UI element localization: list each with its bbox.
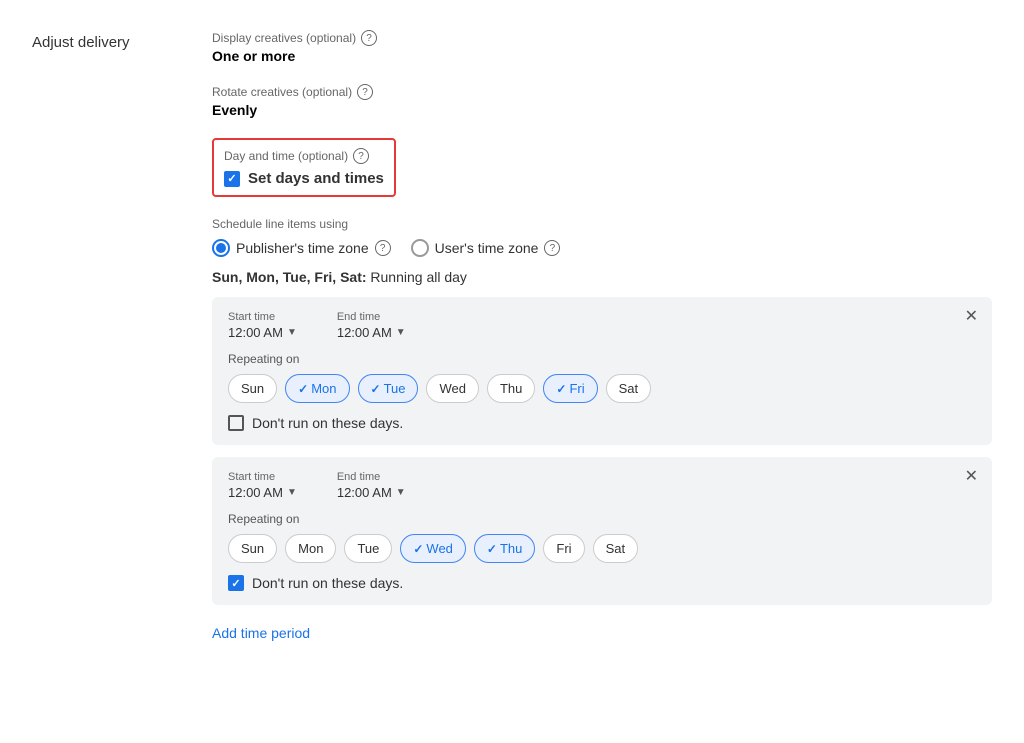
publisher-timezone-label: Publisher's time zone <box>236 240 369 256</box>
user-timezone-label: User's time zone <box>435 240 539 256</box>
start-time-select-2[interactable]: 12:00 AM ▼ <box>228 485 297 500</box>
display-creatives-group: Display creatives (optional) ? One or mo… <box>212 30 992 64</box>
end-time-select-1[interactable]: 12:00 AM ▼ <box>337 325 406 340</box>
time-block-2: Start time 12:00 AM ▼ End time 12:00 AM … <box>212 457 992 605</box>
user-timezone-radio[interactable] <box>411 239 429 257</box>
start-time-arrow-2: ▼ <box>287 487 297 498</box>
end-time-select-2[interactable]: 12:00 AM ▼ <box>337 485 406 500</box>
repeating-label-1: Repeating on <box>228 352 976 366</box>
display-creatives-value: One or more <box>212 48 992 64</box>
page-container: Adjust delivery Display creatives (optio… <box>32 30 992 645</box>
day-time-help-icon[interactable]: ? <box>353 148 369 164</box>
day-chip-sat-2[interactable]: Sat <box>593 534 639 563</box>
set-days-times-label: Set days and times <box>248 170 384 187</box>
close-button-2[interactable]: ✕ <box>965 469 978 485</box>
start-time-arrow-1: ▼ <box>287 327 297 338</box>
day-chip-wed-2[interactable]: ✓Wed <box>400 534 466 563</box>
day-chip-mon-1[interactable]: ✓Mon <box>285 374 349 403</box>
start-time-field-1: Start time 12:00 AM ▼ <box>228 311 297 340</box>
timezone-row: Publisher's time zone ? User's time zone… <box>212 239 992 257</box>
dont-run-label-1: Don't run on these days. <box>252 415 403 431</box>
day-chip-fri-1[interactable]: ✓Fri <box>543 374 597 403</box>
day-chip-wed-1[interactable]: Wed <box>426 374 479 403</box>
dont-run-label-2: Don't run on these days. <box>252 575 403 591</box>
days-row-2: Sun Mon Tue ✓Wed ✓Thu Fri Sat <box>228 534 976 563</box>
day-chip-thu-1[interactable]: Thu <box>487 374 535 403</box>
display-creatives-help-icon[interactable]: ? <box>361 30 377 46</box>
start-time-select-1[interactable]: 12:00 AM ▼ <box>228 325 297 340</box>
time-row-1: Start time 12:00 AM ▼ End time 12:00 AM … <box>228 311 976 340</box>
publisher-timezone-help-icon[interactable]: ? <box>375 240 391 256</box>
display-creatives-label: Display creatives (optional) ? <box>212 30 992 46</box>
end-time-arrow-2: ▼ <box>396 487 406 498</box>
day-time-section: Day and time (optional) ? Set days and t… <box>212 138 396 197</box>
set-days-times-row: Set days and times <box>224 170 384 187</box>
day-chip-sun-2[interactable]: Sun <box>228 534 277 563</box>
schedule-summary-text: Running all day <box>370 269 467 285</box>
day-chip-sat-1[interactable]: Sat <box>606 374 652 403</box>
day-chip-fri-2[interactable]: Fri <box>543 534 584 563</box>
close-button-1[interactable]: ✕ <box>965 309 978 325</box>
set-days-times-checkbox[interactable] <box>224 171 240 187</box>
repeating-label-2: Repeating on <box>228 512 976 526</box>
end-time-label-2: End time <box>337 471 406 483</box>
time-block-1: Start time 12:00 AM ▼ End time 12:00 AM … <box>212 297 992 445</box>
add-time-period-button[interactable]: Add time period <box>212 621 310 645</box>
day-chip-mon-2[interactable]: Mon <box>285 534 336 563</box>
user-timezone-option[interactable]: User's time zone ? <box>411 239 561 257</box>
dont-run-checkbox-1[interactable] <box>228 415 244 431</box>
dont-run-row-1: Don't run on these days. <box>228 415 976 431</box>
start-time-label-1: Start time <box>228 311 297 323</box>
day-chip-tue-2[interactable]: Tue <box>344 534 392 563</box>
end-time-arrow-1: ▼ <box>396 327 406 338</box>
days-row-1: Sun ✓Mon ✓TueWed Thu ✓Fri Sat <box>228 374 976 403</box>
start-time-field-2: Start time 12:00 AM ▼ <box>228 471 297 500</box>
day-time-label: Day and time (optional) ? <box>224 148 384 164</box>
end-time-field-2: End time 12:00 AM ▼ <box>337 471 406 500</box>
schedule-container: Schedule line items using Publisher's ti… <box>212 217 992 645</box>
dont-run-row-2: Don't run on these days. <box>228 575 976 591</box>
rotate-creatives-help-icon[interactable]: ? <box>357 84 373 100</box>
schedule-summary: Sun, Mon, Tue, Fri, Sat: Running all day <box>212 269 992 285</box>
schedule-summary-days: Sun, Mon, Tue, Fri, Sat: <box>212 269 367 285</box>
start-time-label-2: Start time <box>228 471 297 483</box>
time-row-2: Start time 12:00 AM ▼ End time 12:00 AM … <box>228 471 976 500</box>
day-chip-thu-2[interactable]: ✓Thu <box>474 534 535 563</box>
user-timezone-help-icon[interactable]: ? <box>544 240 560 256</box>
rotate-creatives-value: Evenly <box>212 102 992 118</box>
day-chip-tue-1[interactable]: ✓Tue <box>358 374 419 403</box>
day-chip-sun-1[interactable]: Sun <box>228 374 277 403</box>
end-time-label-1: End time <box>337 311 406 323</box>
rotate-creatives-label: Rotate creatives (optional) ? <box>212 84 992 100</box>
end-time-field-1: End time 12:00 AM ▼ <box>337 311 406 340</box>
dont-run-checkbox-2[interactable] <box>228 575 244 591</box>
rotate-creatives-group: Rotate creatives (optional) ? Evenly <box>212 84 992 118</box>
publisher-timezone-option[interactable]: Publisher's time zone ? <box>212 239 391 257</box>
schedule-line-items-label: Schedule line items using <box>212 217 992 231</box>
publisher-timezone-radio[interactable] <box>212 239 230 257</box>
right-content: Display creatives (optional) ? One or mo… <box>212 30 992 645</box>
adjust-delivery-label: Adjust delivery <box>32 30 172 645</box>
